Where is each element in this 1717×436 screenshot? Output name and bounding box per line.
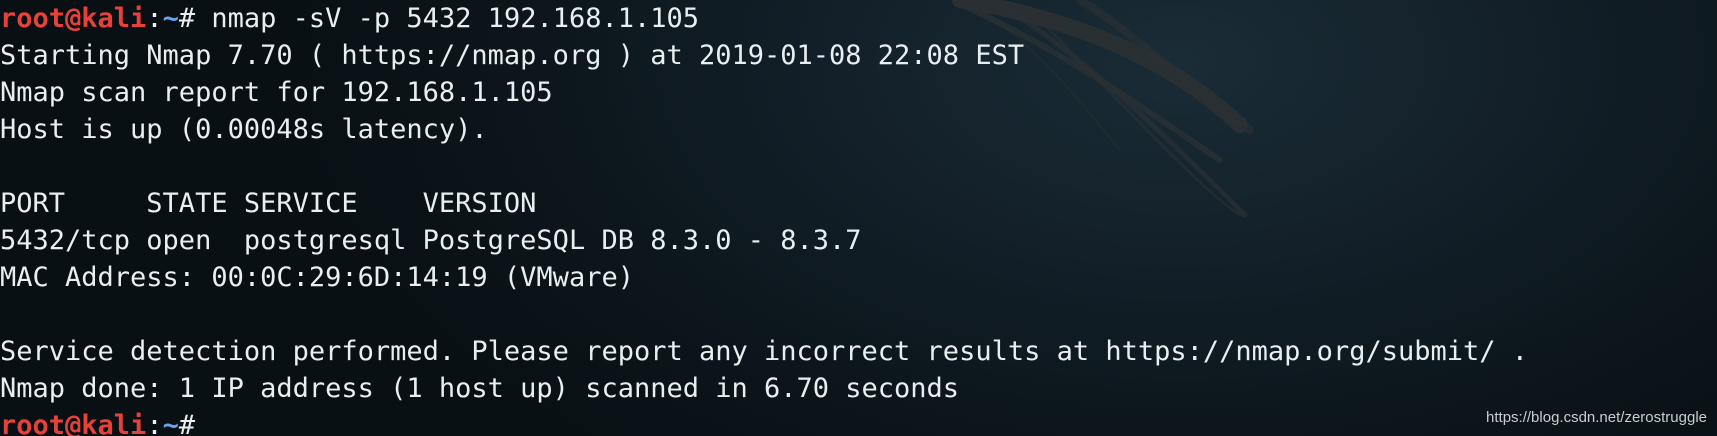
- prompt-separator: :: [146, 3, 163, 34]
- terminal-window[interactable]: root@kali:~# nmap -sV -p 5432 192.168.1.…: [0, 0, 1717, 436]
- command-text: nmap -sV -p 5432 192.168.1.105: [195, 3, 700, 34]
- prompt-user-host: root@kali: [0, 3, 147, 34]
- output-line-done: Nmap done: 1 IP address (1 host up) scan…: [0, 373, 960, 404]
- output-line-mac-address: MAC Address: 00:0C:29:6D:14:19 (VMware): [0, 262, 634, 293]
- terminal-output: root@kali:~# nmap -sV -p 5432 192.168.1.…: [0, 0, 1717, 436]
- output-line-service-detection: Service detection performed. Please repo…: [0, 336, 1529, 367]
- output-line-starting: Starting Nmap 7.70 ( https://nmap.org ) …: [0, 40, 1025, 71]
- command-line: root@kali:~# nmap -sV -p 5432 192.168.1.…: [0, 0, 1717, 37]
- port-table-row: 5432/tcp open postgresql PostgreSQL DB 8…: [0, 225, 862, 256]
- text-cursor: [195, 410, 211, 436]
- prompt-line[interactable]: root@kali:~#: [0, 407, 1717, 436]
- prompt-symbol: #: [178, 410, 196, 436]
- output-line-report: Nmap scan report for 192.168.1.105: [0, 77, 553, 108]
- prompt-path: ~: [162, 410, 179, 436]
- output-line-host-status: Host is up (0.00048s latency).: [0, 114, 488, 145]
- output-blank-line: [0, 148, 1717, 185]
- port-table-header: PORT STATE SERVICE VERSION: [0, 188, 537, 219]
- prompt-separator: :: [146, 410, 163, 436]
- prompt-user-host: root@kali: [0, 410, 147, 436]
- prompt-symbol: #: [178, 3, 196, 34]
- watermark: https://blog.csdn.net/zerostruggle: [1486, 409, 1707, 426]
- prompt-path: ~: [162, 3, 179, 34]
- output-blank-line: [0, 296, 1717, 333]
